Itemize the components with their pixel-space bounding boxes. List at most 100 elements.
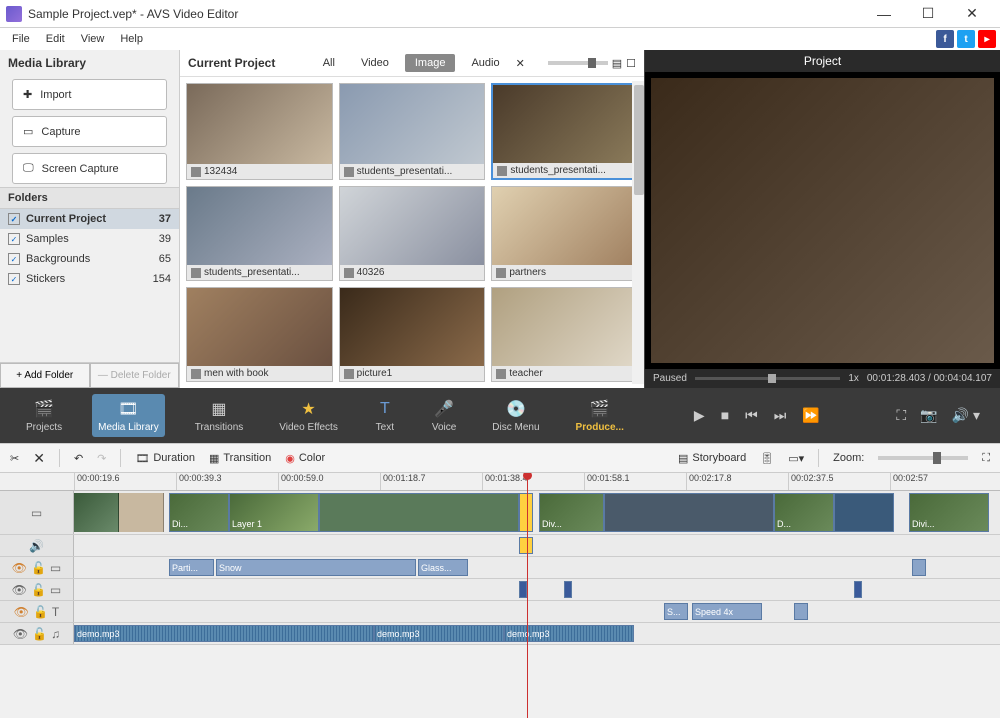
fullscreen-icon[interactable]: ⛶ <box>896 407 906 424</box>
media-item[interactable]: partners <box>491 186 638 281</box>
fx-clip[interactable]: Snow <box>216 559 416 576</box>
media-item[interactable]: students_presentati... <box>491 83 638 180</box>
video-clip[interactable]: D... <box>774 493 834 532</box>
checkbox-icon[interactable]: ✓ <box>8 273 20 285</box>
checkbox-icon[interactable]: ✓ <box>8 233 20 245</box>
add-folder-button[interactable]: + Add Folder <box>0 363 90 388</box>
overlay-track-head[interactable]: 👁🔓▭ <box>0 579 74 600</box>
playhead[interactable] <box>527 473 528 718</box>
video-track-head[interactable]: ▭ <box>0 491 74 534</box>
undo-button[interactable]: ↶ <box>74 452 83 465</box>
audio-link-head[interactable]: 🔊 <box>0 535 74 556</box>
menu-view[interactable]: View <box>73 31 113 47</box>
preview-image[interactable] <box>651 78 994 363</box>
skip-button[interactable]: ⏩ <box>802 407 819 424</box>
youtube-icon[interactable]: ▸ <box>978 30 996 48</box>
tab-all[interactable]: All <box>313 54 345 72</box>
tab-image[interactable]: Image <box>405 54 456 72</box>
transition-button[interactable]: ▦Transition <box>209 452 271 465</box>
redo-button[interactable]: ↷ <box>97 452 106 465</box>
fx-track-head[interactable]: 👁🔓▭ <box>0 557 74 578</box>
mode-transitions[interactable]: ▦Transitions <box>189 394 250 437</box>
overlay-clip[interactable] <box>519 581 527 598</box>
mode-produce[interactable]: 🎬Produce... <box>570 394 630 437</box>
grid-view-icon[interactable]: ☐ <box>626 57 636 70</box>
next-button[interactable]: ⏭ <box>774 407 787 424</box>
mode-text[interactable]: TText <box>368 394 402 437</box>
facebook-icon[interactable]: f <box>936 30 954 48</box>
mode-video-effects[interactable]: ★Video Effects <box>273 394 344 437</box>
split-button[interactable]: ✂ <box>10 452 19 465</box>
color-button[interactable]: ◉Color <box>285 452 325 465</box>
video-clip[interactable]: Layer 1 <box>229 493 319 532</box>
video-clip[interactable]: Di... <box>169 493 229 532</box>
folder-current-project[interactable]: ✓Current Project37 <box>0 209 179 229</box>
scrollbar[interactable] <box>632 81 644 384</box>
media-item[interactable]: picture1 <box>339 287 486 382</box>
video-track-body[interactable]: Di... Layer 1 Div... D... Divi... <box>74 491 1000 534</box>
overlay-clip[interactable] <box>564 581 572 598</box>
audio-clip[interactable]: demo.mp3 <box>374 625 504 642</box>
menu-edit[interactable]: Edit <box>38 31 73 47</box>
link-clip[interactable] <box>519 537 533 554</box>
audio-clip[interactable]: demo.mp3 <box>74 625 374 642</box>
close-button[interactable]: ✕ <box>950 0 994 28</box>
audio-clip[interactable]: demo.mp3 <box>504 625 634 642</box>
audio-mixer-icon[interactable]: 🎚 <box>760 452 774 465</box>
folder-backgrounds[interactable]: ✓Backgrounds65 <box>0 249 179 269</box>
layers-icon[interactable]: ▭▾ <box>788 452 804 465</box>
prev-button[interactable]: ⏮ <box>745 407 758 424</box>
storyboard-button[interactable]: ▤Storyboard <box>678 452 746 465</box>
close-icon[interactable]: ✕ <box>516 57 525 70</box>
timeline-ruler[interactable]: 00:00:19.600:00:39.300:00:59.000:01:18.7… <box>0 473 1000 491</box>
video-clip[interactable]: Div... <box>539 493 604 532</box>
menu-help[interactable]: Help <box>112 31 151 47</box>
minimize-button[interactable]: — <box>862 0 906 28</box>
capture-button[interactable]: ▭Capture <box>12 116 167 147</box>
media-item[interactable]: students_presentati... <box>339 83 486 180</box>
media-item[interactable]: students_presentati... <box>186 186 333 281</box>
media-item[interactable]: 132434 <box>186 83 333 180</box>
checkbox-icon[interactable]: ✓ <box>8 213 20 225</box>
import-button[interactable]: ✚Import <box>12 79 167 110</box>
folder-samples[interactable]: ✓Samples39 <box>0 229 179 249</box>
volume-icon[interactable]: 🔊 ▾ <box>952 407 980 424</box>
screen-capture-button[interactable]: 🖵Screen Capture <box>12 153 167 184</box>
mode-projects[interactable]: 🎬Projects <box>20 394 68 437</box>
video-clip[interactable] <box>319 493 519 532</box>
audio-track-head[interactable]: 👁🔓♫ <box>0 623 74 644</box>
delete-button[interactable]: ✕ <box>33 450 45 467</box>
menu-file[interactable]: File <box>4 31 38 47</box>
folder-stickers[interactable]: ✓Stickers154 <box>0 269 179 289</box>
fx-clip[interactable]: Glass... <box>418 559 468 576</box>
zoom-fit-icon[interactable]: ⛶ <box>982 452 990 465</box>
media-item[interactable]: 40326 <box>339 186 486 281</box>
video-clip[interactable] <box>604 493 774 532</box>
speed-clip[interactable]: S... <box>664 603 688 620</box>
media-item[interactable]: men with book <box>186 287 333 382</box>
thumbnail-size-slider[interactable] <box>548 61 608 65</box>
video-clip[interactable] <box>519 493 533 532</box>
list-view-icon[interactable]: ▤ <box>612 57 622 70</box>
zoom-slider[interactable] <box>878 456 968 460</box>
text-track-head[interactable]: 👁🔓T <box>0 601 74 622</box>
checkbox-icon[interactable]: ✓ <box>8 253 20 265</box>
tab-video[interactable]: Video <box>351 54 399 72</box>
play-button[interactable]: ▶ <box>694 407 705 424</box>
video-clip[interactable]: Divi... <box>909 493 989 532</box>
speed-slider[interactable] <box>695 377 840 380</box>
speed-clip[interactable]: Speed 4x <box>692 603 762 620</box>
media-item[interactable]: teacher <box>491 287 638 382</box>
fx-clip[interactable] <box>912 559 926 576</box>
overlay-clip[interactable] <box>854 581 862 598</box>
mode-media-library[interactable]: 🎞Media Library <box>92 394 165 437</box>
speed-clip[interactable] <box>794 603 808 620</box>
video-clip[interactable] <box>834 493 894 532</box>
stop-button[interactable]: ■ <box>721 407 729 424</box>
fx-clip[interactable]: Parti... <box>169 559 214 576</box>
tab-audio[interactable]: Audio <box>461 54 509 72</box>
mode-voice[interactable]: 🎤Voice <box>426 394 462 437</box>
mode-disc-menu[interactable]: 💿Disc Menu <box>486 394 545 437</box>
snapshot-icon[interactable]: 📷 <box>920 407 937 424</box>
duration-button[interactable]: 🎞Duration <box>135 452 195 465</box>
